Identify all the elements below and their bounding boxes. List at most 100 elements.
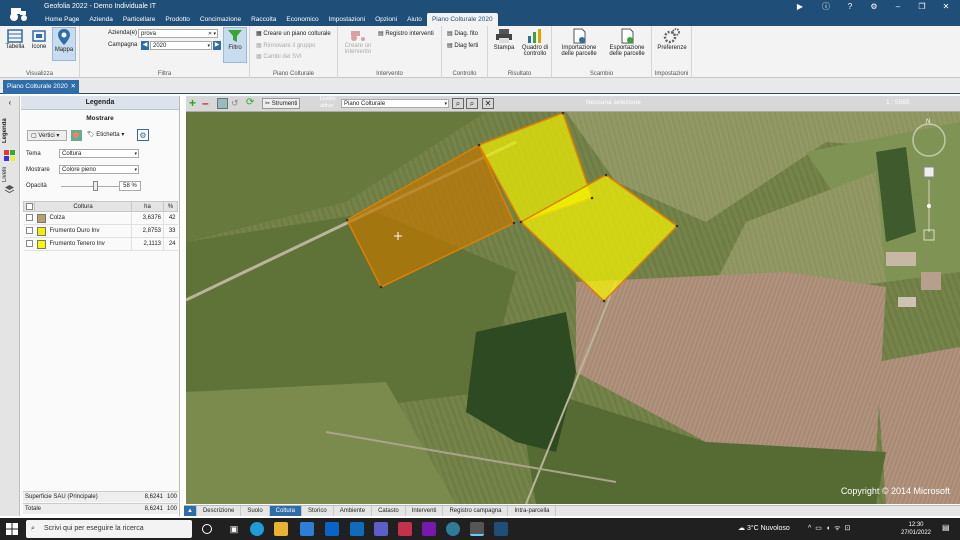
icone-button[interactable]: Icone	[28, 29, 50, 59]
strumenti-button[interactable]: ✂ Strumenti	[262, 98, 301, 109]
col-pct[interactable]: %	[163, 201, 178, 212]
tab-legenda[interactable]: Legenda	[2, 116, 18, 146]
layers-icon[interactable]	[4, 184, 15, 195]
tab-registro-campagna[interactable]: Registro campagna	[443, 506, 509, 516]
system-tray-icons[interactable]: ^▭◖ᯤ⊡	[808, 524, 854, 533]
taskbar-search[interactable]: ⌕ Scrivi qui per eseguire la ricerca	[26, 520, 192, 538]
col-coltura[interactable]: Coltura	[34, 201, 132, 212]
esportazione-button[interactable]: Esportazione delle parcelle	[604, 28, 650, 68]
menu-item-impostazioni[interactable]: Impostazioni	[324, 13, 371, 26]
clock[interactable]: 12:30 27/01/2022	[896, 521, 936, 537]
mappa-button[interactable]: Mappa	[52, 27, 76, 61]
pinned-app-icon[interactable]	[494, 522, 508, 536]
menu-item-concimazione[interactable]: Concimazione	[195, 13, 246, 26]
add-icon[interactable]: +	[189, 97, 200, 109]
doc-tab-piano-colturale[interactable]: Piano Colturale 2020 ✕	[3, 80, 79, 94]
file-explorer-icon[interactable]	[274, 522, 288, 536]
refresh-icon[interactable]: ⟳	[246, 98, 257, 109]
tab-catasto[interactable]: Catasto	[372, 506, 406, 516]
menu-item-prodotto[interactable]: Prodotto	[160, 13, 195, 26]
tab-storico[interactable]: Storico	[302, 506, 334, 516]
creare-intervento-button[interactable]: Creare un intervento	[340, 28, 376, 64]
menu-item-particellare[interactable]: Particellare	[118, 13, 161, 26]
legend-row[interactable]: Frumento Duro Inv 2,8753 33	[23, 224, 178, 238]
map-view[interactable]: N Copyright © 2014 Microsoft	[186, 112, 960, 504]
remove-icon[interactable]: –	[202, 97, 213, 109]
menu-item-opzioni[interactable]: Opzioni	[370, 13, 402, 26]
quadro-controllo-button[interactable]: Quadro di controllo	[519, 28, 551, 68]
registro-interventi-button[interactable]: ▤ Registro interventi	[378, 30, 434, 37]
cambi-svi-button[interactable]: ▦ Cambi del SVI	[256, 53, 302, 60]
expand-panel-icon[interactable]: ▲	[184, 506, 197, 516]
legend-row[interactable]: Colza 3,6376 42	[23, 211, 178, 225]
collapse-icon[interactable]: ‹	[2, 98, 18, 108]
prev-campaign-button[interactable]: ◀	[141, 41, 149, 50]
tab-coltura[interactable]: Coltura	[269, 506, 303, 516]
help-icon[interactable]: ?	[838, 0, 862, 13]
filtro-button[interactable]: Filtro	[223, 27, 247, 63]
clear-selection-icon[interactable]: ✕	[482, 98, 494, 109]
campagna-select[interactable]: 2020 ▾	[150, 41, 212, 50]
menu-item-azienda[interactable]: Azienda	[84, 13, 118, 26]
app-icon[interactable]	[446, 522, 460, 536]
teams-icon[interactable]	[374, 522, 388, 536]
creare-piano-button[interactable]: ▦ Creare un piano colturale	[256, 30, 331, 37]
store-icon[interactable]	[300, 522, 314, 536]
info-icon[interactable]: ⓘ	[814, 0, 838, 13]
tab-livelli[interactable]: Livelli	[2, 164, 18, 184]
edge-icon[interactable]	[250, 522, 264, 536]
windows-start-icon[interactable]	[6, 523, 18, 535]
restore-button[interactable]: ❐	[910, 0, 934, 13]
menu-item-raccolta[interactable]: Raccolta	[246, 13, 281, 26]
palette-icon[interactable]	[4, 150, 15, 161]
menu-item-economico[interactable]: Economico	[281, 13, 323, 26]
select-all-checkbox[interactable]	[23, 201, 35, 212]
weather-widget[interactable]: ☁ 3°C Nuvoloso	[738, 524, 790, 532]
map-style-icon[interactable]	[71, 130, 82, 141]
settings-gear-icon[interactable]: ⚙	[137, 129, 149, 141]
tab-intra-parcella[interactable]: Intra-parcella	[508, 506, 557, 516]
undo-icon[interactable]: ↺	[231, 98, 242, 109]
tab-interventi[interactable]: Interventi	[406, 506, 444, 516]
opacita-slider-thumb[interactable]	[92, 181, 98, 191]
tabella-button[interactable]: Tabella	[4, 29, 26, 59]
gear-icon[interactable]: ⚙	[862, 0, 886, 13]
save-icon[interactable]	[217, 98, 228, 109]
row-checkbox[interactable]	[23, 237, 35, 251]
col-ha[interactable]: ha	[131, 201, 164, 212]
next-campaign-button[interactable]: ▶	[213, 41, 221, 50]
outlook-icon[interactable]	[350, 522, 364, 536]
etichetta-dropdown[interactable]: 🏷 Etichetta ▾	[87, 131, 124, 138]
importazione-button[interactable]: Importazione delle parcelle	[556, 28, 602, 68]
tab-ambiente[interactable]: Ambiente	[334, 506, 373, 516]
stampa-button[interactable]: Stampa	[491, 28, 517, 64]
minimize-button[interactable]: –	[886, 0, 910, 13]
azienda-select[interactable]: prova ✕ ▾	[138, 29, 218, 38]
livello-attivo-select[interactable]: Piano Colturale ▾	[341, 99, 449, 108]
close-tab-icon[interactable]: ✕	[71, 80, 76, 94]
rinnovare-gruppo-button[interactable]: ▦ Rinnovare il gruppo	[256, 42, 315, 49]
notifications-icon[interactable]: ▤	[942, 523, 950, 532]
legend-row[interactable]: Frumento Tenero Inv 2,1113 24	[23, 237, 178, 251]
menu-item-home-page[interactable]: Home Page	[40, 13, 84, 26]
row-checkbox[interactable]	[23, 211, 35, 225]
vertici-dropdown[interactable]: ▢ Vertici ▾	[27, 130, 67, 141]
search-icon[interactable]: ⌕	[466, 98, 478, 109]
zoom-search-icon[interactable]: ⌕	[452, 98, 464, 109]
diag-fito-button[interactable]: ▤ Diag. fito	[447, 30, 478, 37]
acrobat-icon[interactable]	[398, 522, 412, 536]
close-button[interactable]: ✕	[934, 0, 958, 13]
opacita-slider-track[interactable]	[61, 186, 121, 187]
menu-item-piano-colturale-2020[interactable]: Piano Colturale 2020	[426, 13, 498, 26]
tab-suolo[interactable]: Suolo	[241, 506, 270, 516]
mostrare-select[interactable]: Colore pieno ▾	[59, 165, 139, 174]
tema-select[interactable]: Coltura ▾	[59, 149, 139, 158]
cortana-icon[interactable]	[202, 524, 212, 534]
forward-icon[interactable]: ▶	[788, 0, 812, 13]
tab-descrizione[interactable]: Descrizione	[197, 506, 242, 516]
preferenze-button[interactable]: Preferenze	[655, 28, 689, 64]
task-view-icon[interactable]: ▣	[227, 522, 241, 536]
diag-ferti-button[interactable]: ▤ Diag ferti	[447, 42, 478, 49]
row-checkbox[interactable]	[23, 224, 35, 238]
mail-icon[interactable]	[325, 522, 339, 536]
